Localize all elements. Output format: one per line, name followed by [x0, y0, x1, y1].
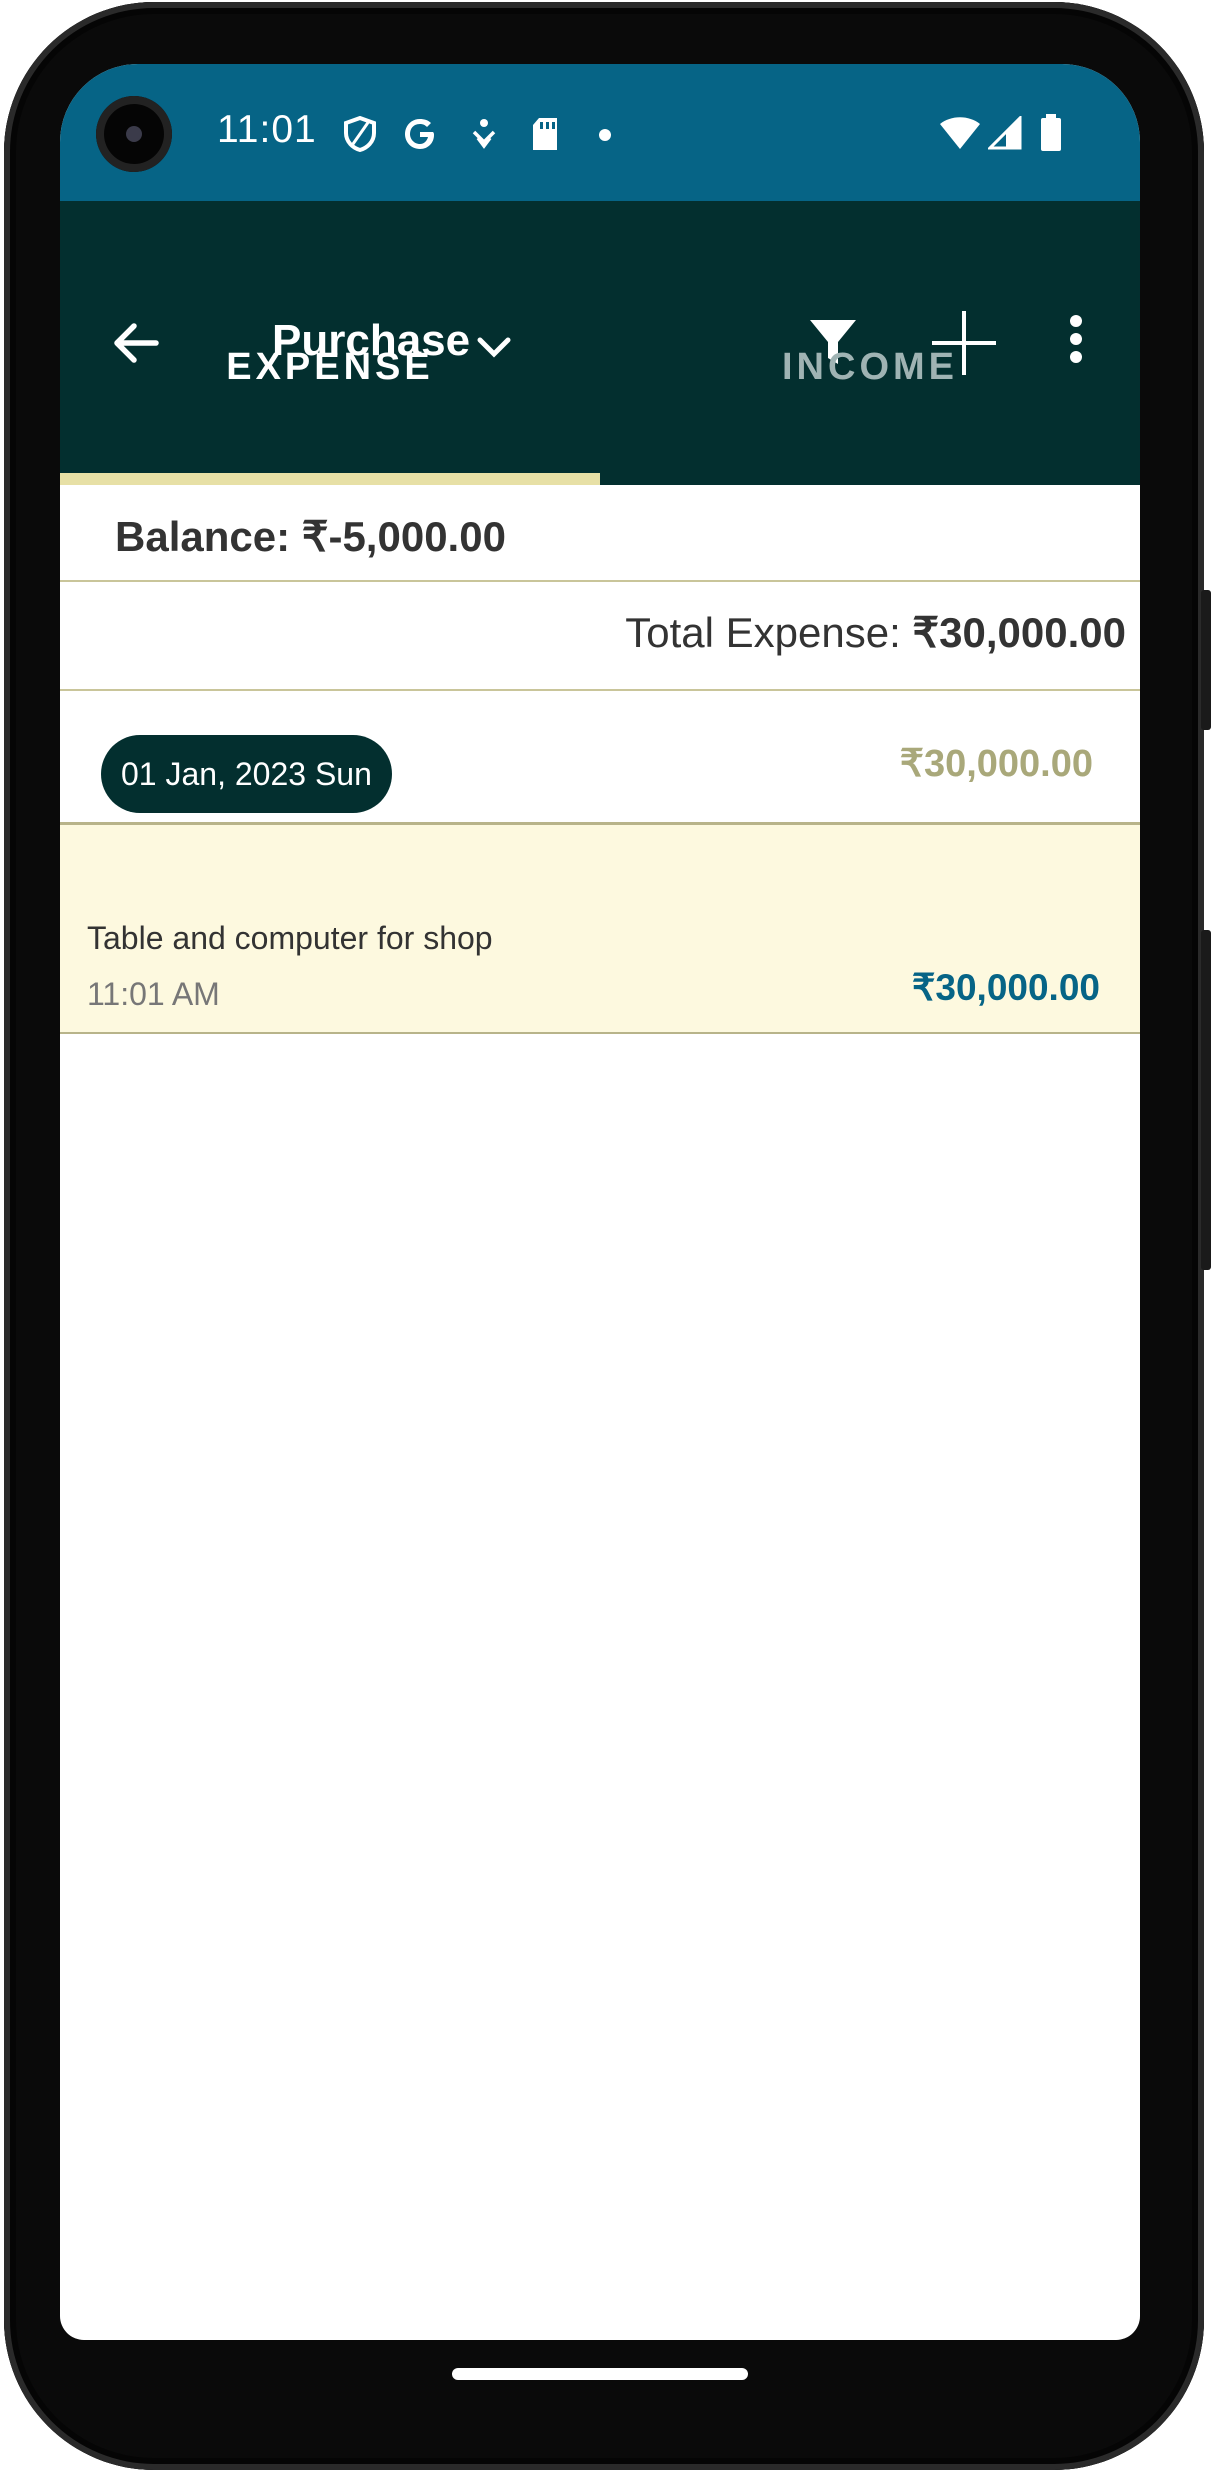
tab-expense[interactable]: EXPENSE: [60, 327, 600, 407]
signal-icon: [988, 116, 1022, 150]
side-button: [1201, 930, 1211, 1270]
transaction-time: 11:01 AM: [87, 976, 220, 1012]
sd-card-icon: [533, 118, 557, 150]
status-bar: 11:01: [60, 64, 1140, 201]
transaction-description: Table and computer for shop: [87, 920, 493, 956]
home-indicator[interactable]: [452, 2368, 748, 2380]
camera-punch-hole: [96, 96, 172, 172]
transaction-amount: ₹30,000.00: [911, 967, 1100, 1008]
tab-income[interactable]: INCOME: [600, 327, 1140, 407]
phone-device: 11:01 Purchase EXPENSE INCOME Balance: ₹…: [0, 0, 1211, 2474]
screen: 11:01 Purchase EXPENSE INCOME Balance: ₹…: [60, 64, 1140, 2340]
shield-icon: [344, 116, 376, 152]
total-expense: Total Expense: ₹30,000.00: [625, 608, 1126, 657]
day-total-amount: ₹30,000.00: [899, 743, 1093, 785]
status-time: 11:01: [217, 108, 317, 151]
total-expense-value: ₹30,000.00: [912, 609, 1126, 656]
tab-indicator: [60, 473, 600, 485]
balance-text: Balance: ₹-5,000.00: [115, 513, 506, 560]
dot-icon: [599, 129, 611, 141]
date-chip: 01 Jan, 2023 Sun: [101, 735, 392, 813]
divider: [60, 689, 1140, 691]
battery-icon: [1041, 114, 1061, 151]
wifi-icon: [940, 117, 980, 149]
total-expense-label: Total Expense:: [625, 609, 913, 656]
side-button: [1201, 590, 1211, 730]
transaction-row[interactable]: Table and computer for shop 11:01 AM ₹30…: [60, 825, 1140, 1034]
divider: [60, 580, 1140, 582]
heart-rate-icon: [472, 119, 496, 149]
google-icon: [405, 119, 434, 149]
